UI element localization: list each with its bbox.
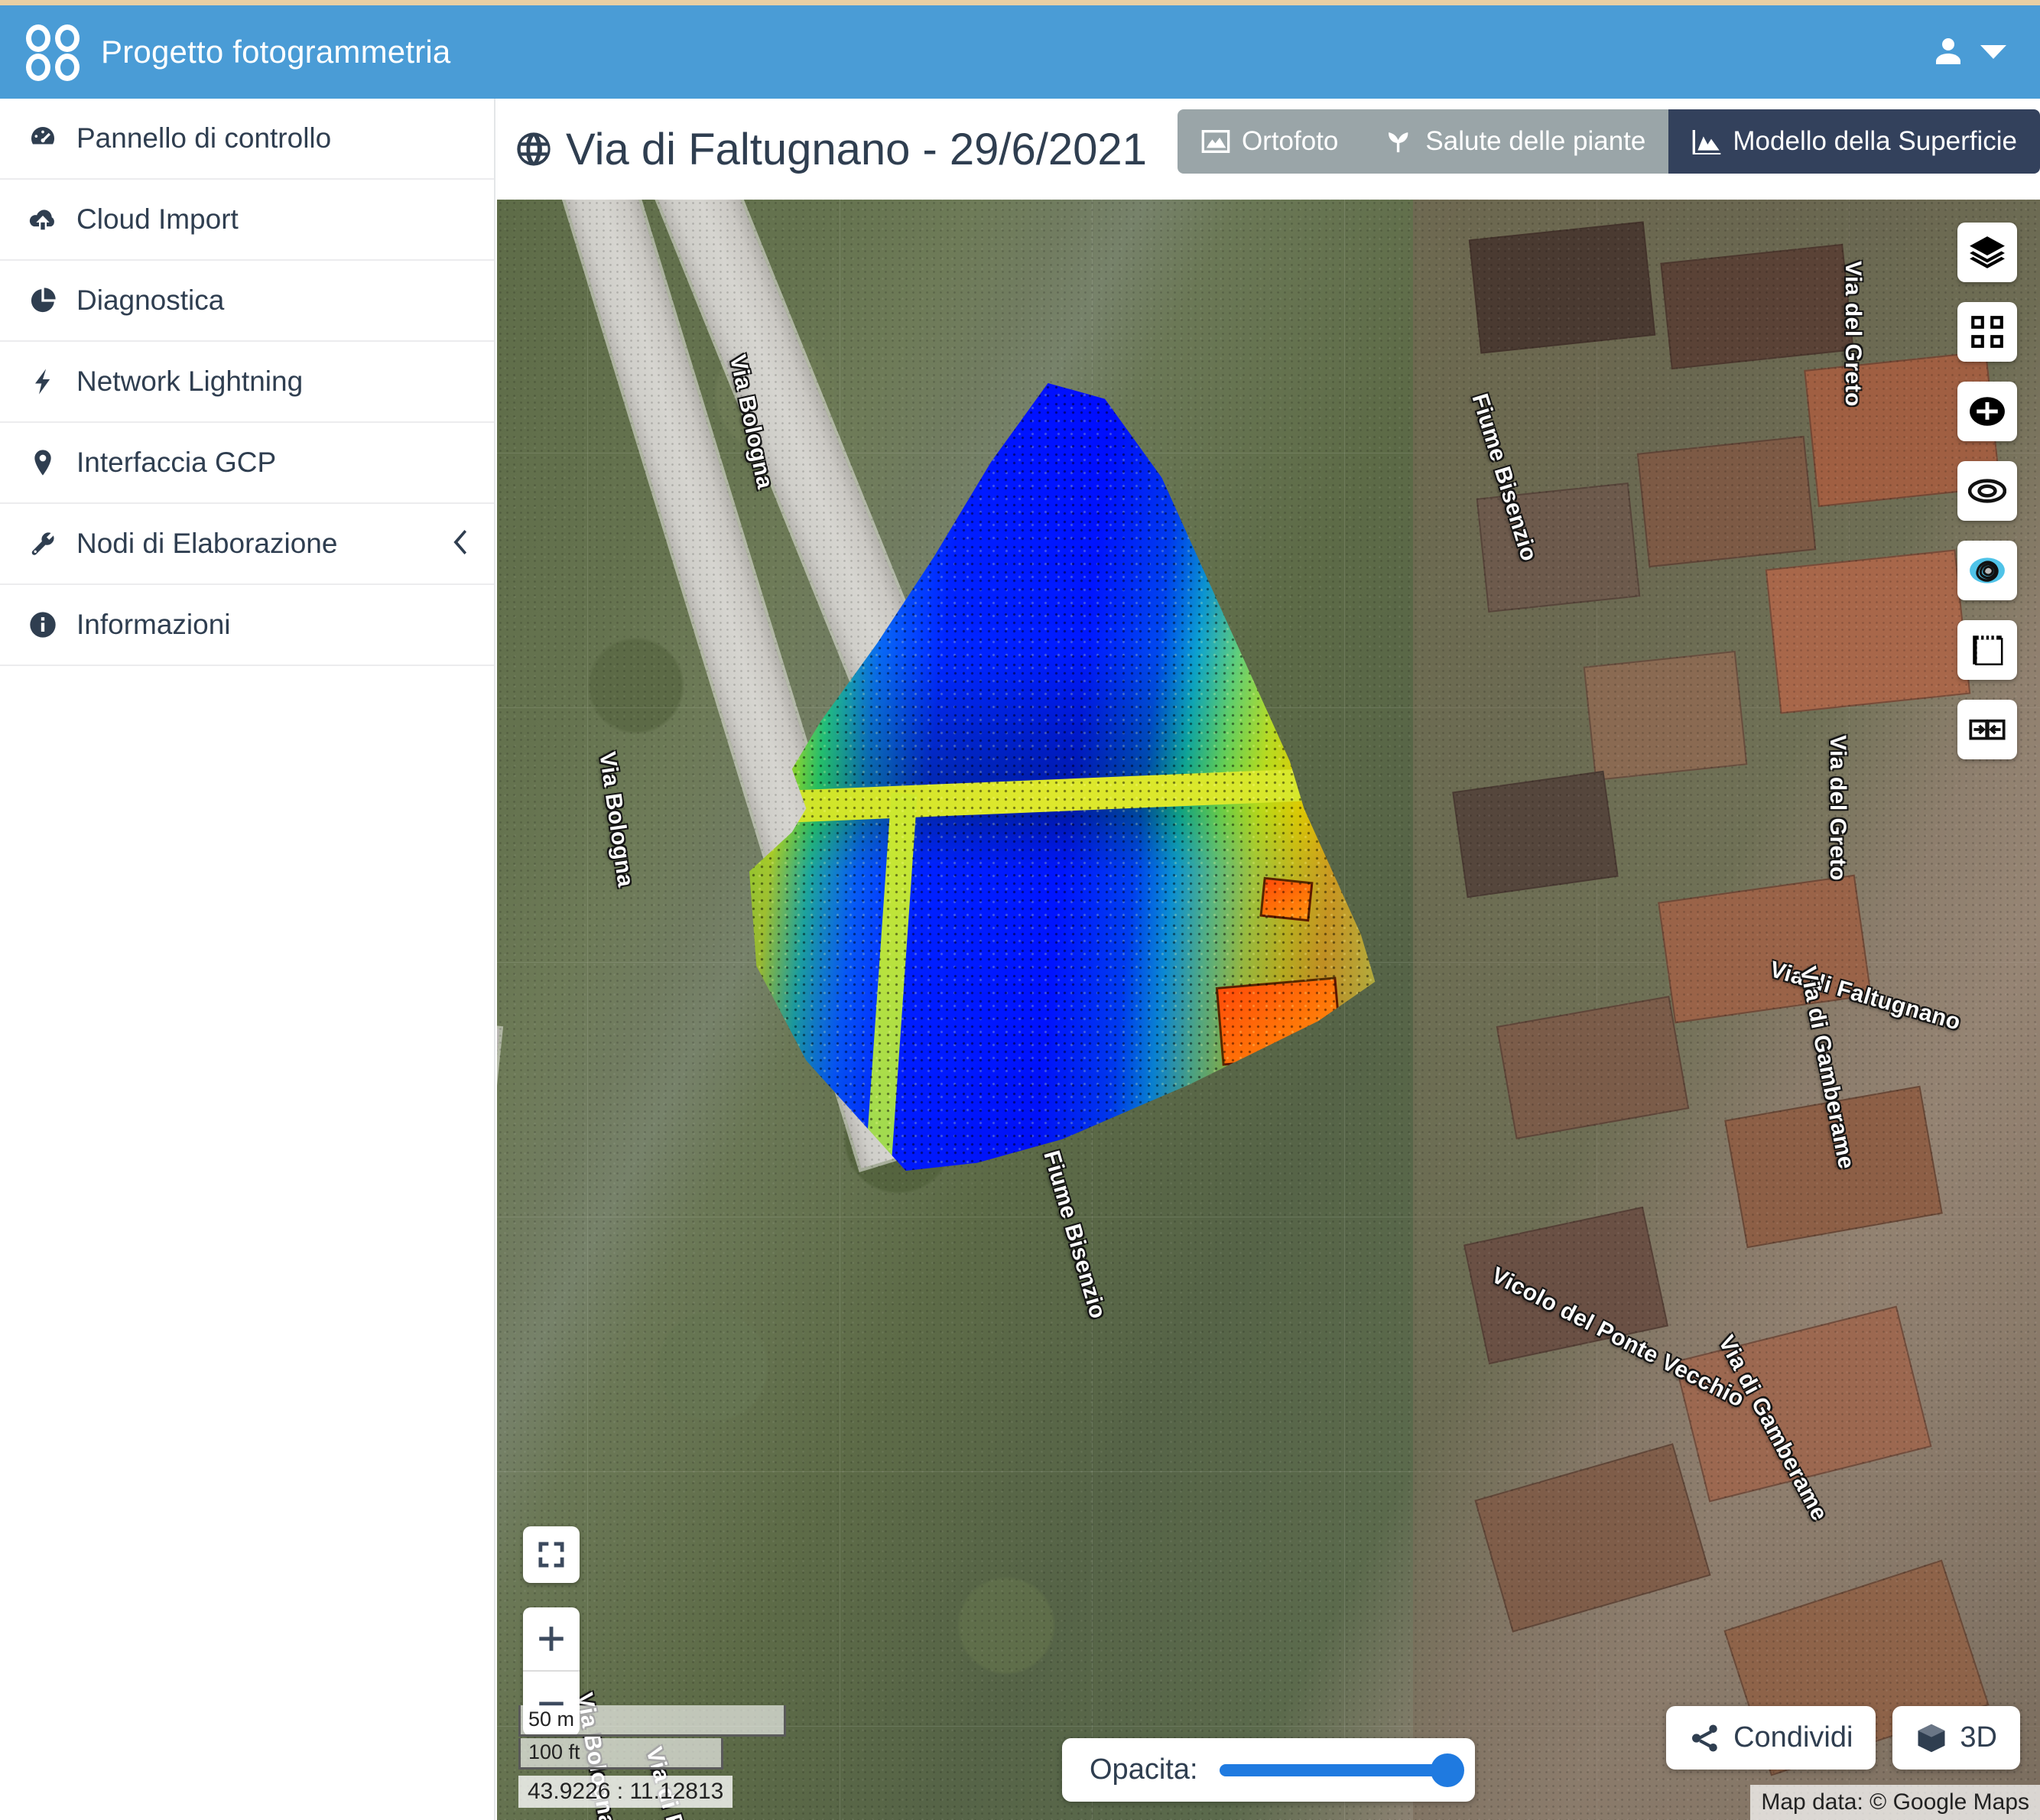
user-icon [1936,38,1960,64]
sidebar: Pannello di controllo Cloud Import Diagn… [0,99,495,1820]
zoom-in-button[interactable] [523,1607,580,1672]
tab-salute-delle-piante[interactable]: Salute delle piante [1361,109,1669,174]
mountain-icon [1693,130,1721,154]
sidebar-item-label: Informazioni [76,609,231,640]
three-d-label: 3D [1960,1721,1997,1753]
sidebar-item-label: Cloud Import [76,203,239,235]
map-actions: Condividi 3D [1666,1706,2020,1770]
three-d-button[interactable]: 3D [1892,1706,2020,1770]
layers-button[interactable] [1957,223,2017,282]
sidebar-item-interfaccia-gcp[interactable]: Interfaccia GCP [0,423,494,504]
tab-label: Modello della Superficie [1733,126,2017,156]
opacity-label: Opacita: [1090,1753,1198,1786]
fit-screen-icon [538,1542,564,1568]
coordinates-readout: 43.9226 : 11.12813 [518,1776,733,1808]
compare-button[interactable] [1957,700,2017,759]
plus-circle-icon [1970,397,2005,426]
tab-label: Ortofoto [1241,126,1339,156]
sidebar-item-diagnostica[interactable]: Diagnostica [0,261,494,342]
dashboard-icon [28,123,64,154]
slider-knob[interactable] [1431,1753,1464,1787]
chevron-down-icon [1980,45,2006,59]
opacity-slider[interactable] [1219,1753,1464,1787]
opacity-control: Opacita: [1062,1738,1475,1802]
sidebar-item-informazioni[interactable]: Informazioni [0,585,494,666]
top-accent-strip [0,0,2040,5]
measure-button[interactable] [1957,620,2017,680]
map-attribution: Map data: © Google Maps [1750,1785,2040,1820]
scale-bar-group: 50 m 100 ft 43.9226 : 11.12813 [518,1705,786,1808]
pie-chart-icon [28,285,64,316]
image-icon [1201,130,1230,153]
grid-button[interactable] [1957,302,2017,362]
contours-button[interactable] [1957,541,2017,600]
share-button[interactable]: Condividi [1666,1706,1876,1770]
cube-icon [1918,1724,1945,1752]
sidebar-item-label: Pannello di controllo [76,122,332,154]
sidebar-item-cloud-import[interactable]: Cloud Import [0,180,494,261]
scale-imperial: 100 ft [518,1738,723,1770]
slider-track [1219,1763,1447,1776]
sidebar-item-label: Interfaccia GCP [76,447,277,478]
plant-icon [1389,132,1408,153]
app-title: Progetto fotogrammetria [101,34,451,70]
grid-icon [1971,316,2003,348]
sidebar-item-label: Nodi di Elaborazione [76,528,338,559]
lightning-bolt-icon [28,366,64,397]
chevron-left-icon[interactable] [451,529,471,558]
map-canvas[interactable]: Via Bologna Via Bologna Via Bologna Via … [497,200,2040,1820]
eye-icon [1968,479,2006,503]
sidebar-item-label: Network Lightning [76,366,304,397]
application-root: Progetto fotogrammetria Pannello di cont… [0,0,2040,1820]
layers-icon [1970,236,2005,268]
map-control-stack [1957,223,2017,759]
view-tabs: Ortofoto Salute delle piante Modello del… [1177,109,2040,174]
add-button[interactable] [1957,382,2017,441]
share-label: Condividi [1733,1721,1853,1753]
four-circles-logo-icon[interactable] [26,24,81,81]
main-header: Via di Faltugnano - 29/6/2021 Ortofoto S… [497,99,2040,200]
sidebar-item-nodi-di-elaborazione[interactable]: Nodi di Elaborazione [0,504,494,585]
plus-icon [539,1627,564,1651]
sidebar-item-label: Diagnostica [76,284,225,316]
scale-metric: 50 m [518,1705,786,1737]
fit-screen-button[interactable] [523,1526,580,1583]
main-panel: Via di Faltugnano - 29/6/2021 Ortofoto S… [497,99,2040,1820]
compare-icon [1969,719,2006,740]
tab-modello-della-superficie[interactable]: Modello della Superficie [1668,109,2040,174]
sidebar-item-pannello-di-controllo[interactable]: Pannello di controllo [0,99,494,180]
share-icon [1692,1724,1717,1751]
tab-ortofoto[interactable]: Ortofoto [1177,109,1362,174]
info-circle-icon [28,609,64,640]
user-menu[interactable] [1930,34,2006,70]
visibility-button[interactable] [1957,461,2017,521]
cloud-download-icon [28,204,64,235]
map-pin-icon [28,447,64,478]
page-title: Via di Faltugnano - 29/6/2021 [566,124,1147,174]
wrench-icon [28,528,64,559]
globe-icon [517,132,551,166]
contour-icon [1970,557,2005,583]
sidebar-item-network-lightning[interactable]: Network Lightning [0,342,494,423]
measure-icon [1973,635,2003,665]
tab-label: Salute delle piante [1425,126,1646,156]
app-header: Progetto fotogrammetria [0,5,2040,99]
